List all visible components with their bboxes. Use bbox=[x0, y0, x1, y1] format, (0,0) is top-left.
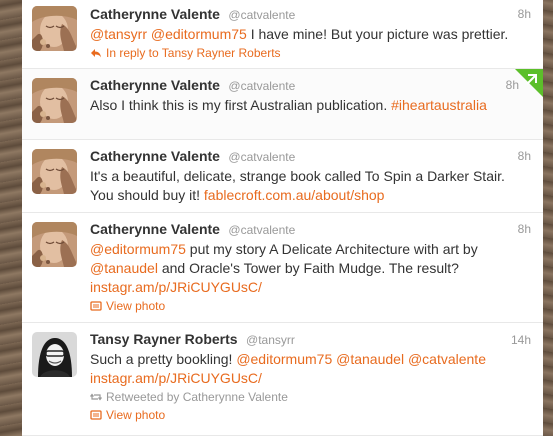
url-link[interactable]: instagr.am/p/JRiCUYGUsC/ bbox=[90, 279, 262, 295]
tweet-timestamp[interactable]: 8h bbox=[518, 7, 531, 21]
tweet-text: Also I think this is my first Australian… bbox=[90, 97, 487, 113]
tweet-timestamp[interactable]: 8h bbox=[506, 78, 519, 92]
author-name[interactable]: Catherynne Valente bbox=[90, 148, 220, 164]
tweet-timestamp[interactable]: 14h bbox=[511, 333, 531, 347]
in-reply-to-label: In reply to Tansy Rayner Roberts bbox=[106, 46, 281, 60]
view-photo-link[interactable]: View photo bbox=[90, 298, 531, 315]
mention-link[interactable]: @editormum75 bbox=[236, 351, 332, 367]
author-handle[interactable]: @catvalente bbox=[228, 79, 295, 93]
mention-link[interactable]: @tansyrr bbox=[90, 26, 147, 42]
avatar-catvalente[interactable] bbox=[32, 149, 77, 194]
retweeted-by-label: Retweeted by Catherynne Valente bbox=[106, 390, 288, 404]
tweet-timeline: Catherynne Valente @catvalente 8h @tansy… bbox=[22, 0, 543, 436]
tweet-text: Such a pretty bookling! @editormum75 @ta… bbox=[90, 351, 486, 386]
in-reply-to-link[interactable]: In reply to Tansy Rayner Roberts bbox=[90, 45, 531, 62]
tweet-timestamp[interactable]: 8h bbox=[518, 149, 531, 163]
tweet-timestamp[interactable]: 8h bbox=[518, 222, 531, 236]
retweet-icon bbox=[90, 393, 102, 401]
tweet-item[interactable]: Catherynne Valente @catvalente 8h Also I… bbox=[22, 69, 543, 140]
author-handle[interactable]: @catvalente bbox=[228, 150, 295, 164]
tweet-text: @tansyrr @editormum75 I have mine! But y… bbox=[90, 26, 509, 42]
view-photo-label: View photo bbox=[106, 299, 166, 313]
author-handle[interactable]: @catvalente bbox=[228, 8, 295, 22]
mention-link[interactable]: @editormum75 bbox=[90, 241, 186, 257]
author-handle[interactable]: @catvalente bbox=[228, 223, 295, 237]
favorite-corner-icon[interactable] bbox=[515, 69, 543, 97]
avatar-catvalente[interactable] bbox=[32, 78, 77, 123]
url-link[interactable]: fablecroft.com.au/about/shop bbox=[204, 187, 385, 203]
author-name[interactable]: Catherynne Valente bbox=[90, 221, 220, 237]
author-handle[interactable]: @tansyrr bbox=[246, 333, 295, 347]
tweet-text: @editormum75 put my story A Delicate Arc… bbox=[90, 241, 478, 295]
avatar-catvalente[interactable] bbox=[32, 6, 77, 51]
photo-icon bbox=[90, 301, 102, 311]
reply-arrow-icon bbox=[91, 49, 101, 58]
photo-icon bbox=[90, 410, 102, 420]
mention-link[interactable]: @editormum75 bbox=[151, 26, 247, 42]
author-name[interactable]: Catherynne Valente bbox=[90, 77, 220, 93]
retweeted-by[interactable]: Retweeted by Catherynne Valente bbox=[90, 389, 531, 406]
mention-link[interactable]: @tanaudel bbox=[90, 260, 158, 276]
view-photo-label: View photo bbox=[106, 408, 166, 422]
tweet-item[interactable]: Tansy Rayner Roberts @tansyrr 14h Such a… bbox=[22, 323, 543, 436]
avatar-tansyrr[interactable] bbox=[32, 332, 77, 377]
tweet-item[interactable]: Catherynne Valente @catvalente 8h It's a… bbox=[22, 140, 543, 213]
author-name[interactable]: Tansy Rayner Roberts bbox=[90, 331, 238, 347]
hashtag-link[interactable]: #iheartaustralia bbox=[391, 97, 487, 113]
tweet-item[interactable]: Catherynne Valente @catvalente 8h @tansy… bbox=[22, 0, 543, 69]
author-name[interactable]: Catherynne Valente bbox=[90, 6, 220, 22]
background-right bbox=[543, 0, 553, 436]
background-left bbox=[0, 0, 22, 436]
view-photo-link[interactable]: View photo bbox=[90, 407, 531, 424]
avatar-catvalente[interactable] bbox=[32, 222, 77, 267]
mention-link[interactable]: @catvalente bbox=[408, 351, 486, 367]
mention-link[interactable]: @tanaudel bbox=[336, 351, 404, 367]
tweet-item[interactable]: Catherynne Valente @catvalente 8h @edito… bbox=[22, 213, 543, 323]
url-link[interactable]: instagr.am/p/JRiCUYGUsC/ bbox=[90, 370, 262, 386]
tweet-text: It's a beautiful, delicate, strange book… bbox=[90, 168, 505, 203]
